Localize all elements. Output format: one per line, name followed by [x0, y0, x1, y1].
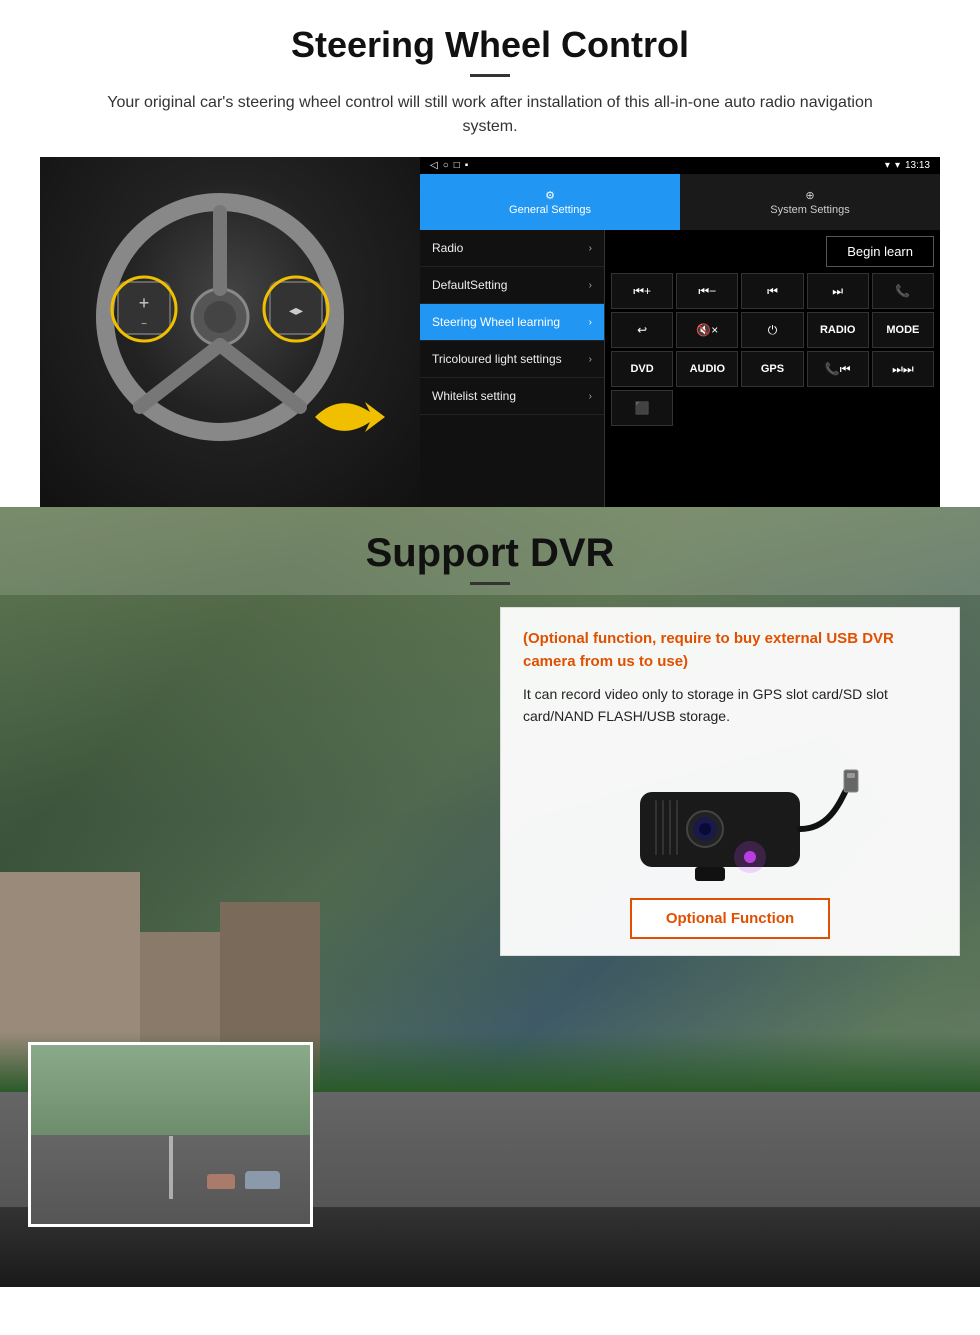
tab-system-settings[interactable]: ⊕ System Settings: [680, 174, 940, 230]
signal-icon: ▾: [885, 160, 890, 171]
steering-section: Steering Wheel Control Your original car…: [0, 0, 980, 507]
dvr-thumbnail-preview: [28, 1042, 313, 1227]
vol-up-btn[interactable]: ⏮+: [611, 273, 673, 309]
screen-btn[interactable]: ⬛: [611, 390, 673, 426]
steering-demo: + − ◂▸ ◁ ○: [40, 157, 940, 507]
settings-menu: Radio › DefaultSetting › Steering Wheel …: [420, 230, 605, 507]
title-divider: [470, 74, 510, 77]
chevron-right-icon: ›: [589, 280, 592, 291]
dvr-title-divider: [470, 582, 510, 585]
steering-title: Steering Wheel Control: [40, 24, 940, 66]
dvr-description: It can record video only to storage in G…: [523, 683, 937, 728]
svg-text:−: −: [141, 319, 147, 330]
tab-system-label: System Settings: [770, 204, 849, 216]
dvr-camera-svg: [600, 742, 860, 882]
home-icon[interactable]: ○: [443, 160, 449, 171]
chevron-right-icon: ›: [589, 317, 592, 328]
cast-icon[interactable]: ▪: [465, 160, 469, 171]
android-screen: ◁ ○ □ ▪ ▾ ▾ 13:13 ⚙ General Settings: [420, 157, 940, 507]
radio-btn[interactable]: RADIO: [807, 312, 869, 348]
mode-btn[interactable]: MODE: [872, 312, 934, 348]
menu-radio-label: Radio: [432, 241, 463, 255]
steering-right-panel: Begin learn ⏮+ ⏮− ⏮ ⏭ 📞 ↩ 🔇× ⏻ RADIO MOD…: [605, 230, 940, 507]
back-btn[interactable]: ↩: [611, 312, 673, 348]
dvr-info-card: (Optional function, require to buy exter…: [500, 607, 960, 956]
settings-content: Radio › DefaultSetting › Steering Wheel …: [420, 230, 940, 507]
steering-subtitle: Your original car's steering wheel contr…: [80, 91, 900, 139]
thumbnail-road-scene: [31, 1045, 310, 1224]
dvr-section: Support DVR (Optional function, require …: [0, 507, 980, 1287]
menu-steering-label: Steering Wheel learning: [432, 315, 560, 329]
steering-photo: + − ◂▸: [40, 157, 420, 507]
gear-icon: ⚙: [545, 189, 555, 202]
menu-tricoloured-label: Tricoloured light settings: [432, 352, 562, 366]
tab-general-settings[interactable]: ⚙ General Settings: [420, 174, 680, 230]
dvr-camera-graphic: [600, 742, 860, 882]
audio-btn[interactable]: AUDIO: [676, 351, 738, 387]
system-icon: ⊕: [805, 189, 814, 202]
next-track-btn[interactable]: ⏭: [807, 273, 869, 309]
phone-btn[interactable]: 📞: [872, 273, 934, 309]
recents-icon[interactable]: □: [454, 160, 460, 171]
dvr-title: Support DVR: [0, 531, 980, 576]
settings-tabs: ⚙ General Settings ⊕ System Settings: [420, 174, 940, 230]
menu-steering-wheel[interactable]: Steering Wheel learning ›: [420, 304, 604, 341]
chevron-right-icon: ›: [589, 391, 592, 402]
status-bar: ◁ ○ □ ▪ ▾ ▾ 13:13: [420, 157, 940, 174]
menu-default-label: DefaultSetting: [432, 278, 507, 292]
dvr-background: Support DVR (Optional function, require …: [0, 507, 980, 1287]
tab-general-label: General Settings: [509, 204, 591, 216]
dvd-btn[interactable]: DVD: [611, 351, 673, 387]
power-btn[interactable]: ⏻: [741, 312, 803, 348]
gps-btn[interactable]: GPS: [741, 351, 803, 387]
begin-learn-button[interactable]: Begin learn: [826, 236, 934, 267]
back-icon[interactable]: ◁: [430, 160, 438, 171]
next-next-btn[interactable]: ⏭⏭: [872, 351, 934, 387]
svg-text:+: +: [139, 293, 150, 313]
clock: 13:13: [905, 160, 930, 171]
begin-learn-row: Begin learn: [611, 236, 934, 267]
control-buttons-grid: ⏮+ ⏮− ⏮ ⏭ 📞 ↩ 🔇× ⏻ RADIO MODE DVD AUDIO …: [611, 273, 934, 426]
menu-whitelist-label: Whitelist setting: [432, 389, 516, 403]
prev-track-btn[interactable]: ⏮: [741, 273, 803, 309]
nav-icons: ◁ ○ □ ▪: [430, 160, 468, 171]
dvr-title-area: Support DVR: [0, 507, 980, 595]
chevron-right-icon: ›: [589, 354, 592, 365]
chevron-right-icon: ›: [589, 243, 592, 254]
yellow-arrow-icon: [310, 387, 390, 447]
menu-radio[interactable]: Radio ›: [420, 230, 604, 267]
status-right-icons: ▾ ▾ 13:13: [885, 160, 930, 171]
phone-prev-btn[interactable]: 📞⏮: [807, 351, 869, 387]
dvr-optional-text: (Optional function, require to buy exter…: [523, 628, 937, 673]
menu-default-setting[interactable]: DefaultSetting ›: [420, 267, 604, 304]
steering-photo-inner: + − ◂▸: [40, 157, 420, 507]
vol-down-btn[interactable]: ⏮−: [676, 273, 738, 309]
menu-whitelist[interactable]: Whitelist setting ›: [420, 378, 604, 415]
mute-btn[interactable]: 🔇×: [676, 312, 738, 348]
wifi-icon: ▾: [895, 160, 900, 171]
menu-tricoloured[interactable]: Tricoloured light settings ›: [420, 341, 604, 378]
svg-text:◂▸: ◂▸: [289, 302, 303, 318]
optional-function-button[interactable]: Optional Function: [630, 898, 830, 939]
